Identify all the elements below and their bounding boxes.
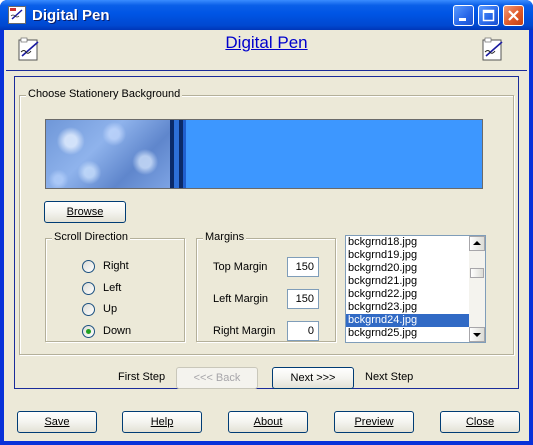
radio-label: Down [103, 325, 132, 337]
radio-button[interactable] [82, 260, 95, 273]
back-label: <<< Back [193, 372, 241, 384]
pen-app-icon [8, 6, 26, 24]
list-item[interactable]: bckgrnd22.jpg [346, 288, 470, 301]
title-bar[interactable]: Digital Pen [0, 0, 533, 30]
radio-label: Right [103, 260, 129, 272]
radio-button-selected[interactable] [82, 325, 95, 338]
top-margin-label: Top Margin [213, 261, 268, 273]
list-item-selected[interactable]: bckgrnd24.jpg [346, 314, 470, 327]
stationery-group-label: Choose Stationery Background [26, 88, 183, 100]
radio-button[interactable] [82, 282, 95, 295]
list-item[interactable]: bckgrnd25.jpg [346, 327, 470, 340]
save-label: Save [44, 416, 70, 428]
header-divider [6, 70, 527, 71]
right-margin-label: Right Margin [213, 325, 276, 337]
app-heading-link[interactable]: Digital Pen [4, 33, 529, 53]
right-margin-input[interactable]: 0 [287, 321, 319, 341]
list-item[interactable]: bckgrnd23.jpg [346, 301, 470, 314]
file-list-items: bckgrnd18.jpg bckgrnd19.jpg bckgrnd20.jp… [346, 236, 470, 340]
background-preview [45, 119, 483, 189]
next-button[interactable]: Next >>> [272, 367, 354, 389]
about-button[interactable]: About [228, 411, 308, 433]
browse-label: Browse [66, 206, 104, 218]
top-margin-input[interactable]: 150 [287, 257, 319, 277]
radio-button[interactable] [82, 303, 95, 316]
preview-stripe [183, 120, 186, 188]
client-area: Digital Pen Choose Stationery Background [4, 30, 529, 441]
left-margin-input[interactable]: 150 [287, 289, 319, 309]
close-button[interactable]: Close [440, 411, 520, 433]
preview-texture [46, 120, 170, 188]
radio-selected-dot [86, 329, 91, 334]
browse-button[interactable]: Browse [44, 201, 126, 223]
close-window-button[interactable] [503, 5, 524, 26]
next-step-label: Next Step [365, 371, 414, 383]
list-scrollbar[interactable] [469, 236, 485, 342]
list-item[interactable]: bckgrnd21.jpg [346, 275, 470, 288]
radio-label: Left [103, 282, 122, 294]
scroll-direction-label: Scroll Direction [52, 231, 130, 243]
scroll-down-button[interactable] [469, 327, 485, 342]
minimize-button[interactable] [453, 5, 474, 26]
app-window: Digital Pen Digital Pen Choose Stationer… [0, 0, 533, 445]
pen-logo-icon-right [480, 36, 506, 64]
settings-panel: Choose Stationery Background Browse Scro… [14, 76, 519, 389]
window-title: Digital Pen [32, 7, 110, 24]
margins-label: Margins [203, 231, 247, 243]
margins-group: Margins Top Margin 150 Left Margin 150 R… [196, 231, 336, 342]
maximize-button[interactable] [478, 5, 499, 26]
background-file-list[interactable]: bckgrnd18.jpg bckgrnd19.jpg bckgrnd20.jp… [345, 235, 486, 343]
save-button[interactable]: Save [17, 411, 97, 433]
next-label: Next >>> [290, 372, 336, 384]
preview-button[interactable]: Preview [334, 411, 414, 433]
left-margin-label: Left Margin [213, 293, 269, 305]
back-button[interactable]: <<< Back [176, 367, 258, 389]
close-label: Close [465, 416, 495, 428]
list-item[interactable]: bckgrnd18.jpg [346, 236, 470, 249]
help-button[interactable]: Help [122, 411, 202, 433]
scroll-up-button[interactable] [469, 236, 485, 251]
header: Digital Pen [4, 30, 529, 70]
scroll-thumb[interactable] [470, 268, 484, 278]
radio-label: Up [103, 303, 118, 315]
first-step-label: First Step [118, 371, 166, 383]
preview-label: Preview [354, 416, 394, 428]
about-label: About [253, 416, 283, 428]
help-label: Help [150, 416, 174, 428]
list-item[interactable]: bckgrnd19.jpg [346, 249, 470, 262]
list-item[interactable]: bckgrnd20.jpg [346, 262, 470, 275]
scroll-direction-group: Scroll Direction Right Left Up Down [45, 231, 185, 342]
